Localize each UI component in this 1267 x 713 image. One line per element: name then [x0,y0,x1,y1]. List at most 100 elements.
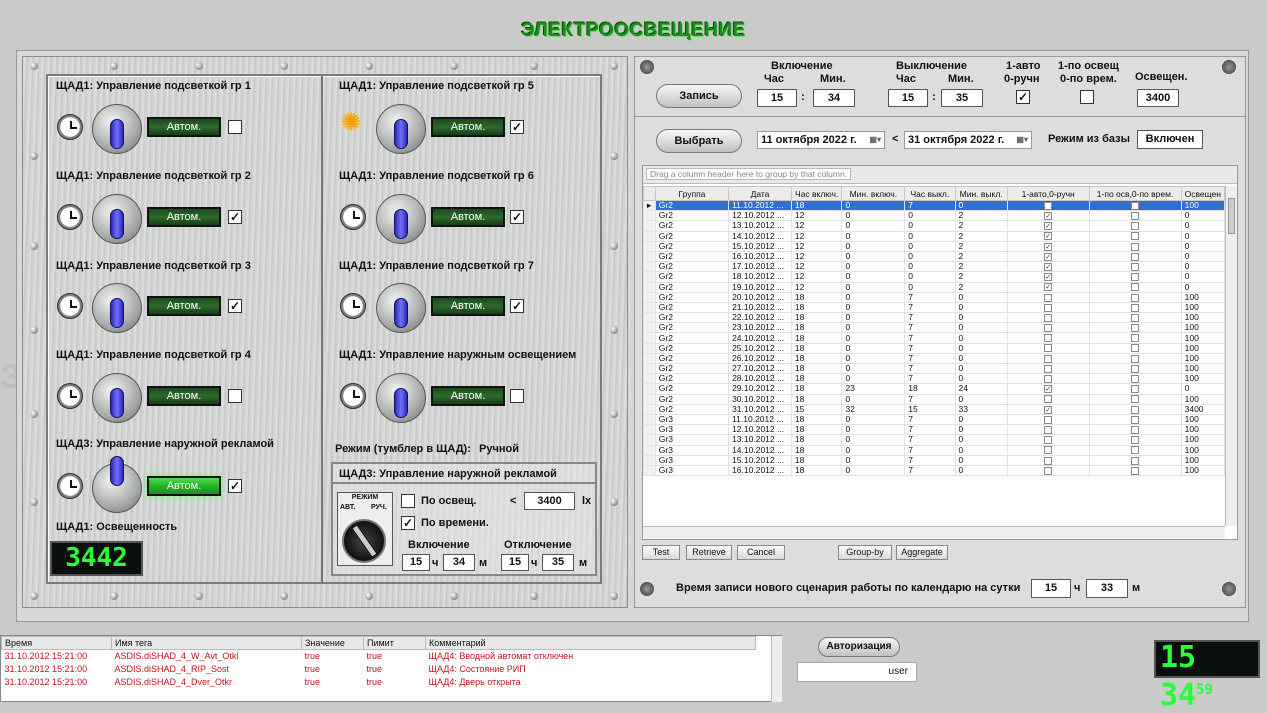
table-cell-checkbox[interactable] [1088,413,1182,426]
illum-input[interactable]: 3400 [1137,89,1179,107]
table-cell[interactable]: 0 [954,413,1008,426]
cell-checkbox[interactable]: ✓ [1044,252,1053,261]
table-cell[interactable]: 100 [1180,444,1225,456]
table-row[interactable]: Gr2 25.10.2012 ... 18 0 7 0 100 [643,342,1225,354]
table-cell-checkbox[interactable] [1088,352,1182,365]
table-cell[interactable]: 7 [904,393,956,405]
table-cell[interactable]: 12 [790,210,843,222]
table-cell[interactable]: 0 [841,271,906,283]
cell-checkbox[interactable] [1044,425,1053,434]
table-cell[interactable]: 18.10.2012 ... [728,271,792,283]
cell-checkbox[interactable] [1044,364,1053,373]
table-row[interactable]: Gr2 27.10.2012 ... 18 0 7 0 100 [643,362,1225,375]
table-cell[interactable]: Gr2 [654,393,730,405]
table-cell[interactable]: 11.10.2012 ... [728,199,792,212]
table-cell[interactable]: 7 [904,312,956,324]
table-cell[interactable]: Gr2 [654,403,730,415]
toggle-switch-group-5[interactable] [376,104,426,154]
table-cell[interactable]: 100 [1180,454,1225,466]
cell-checkbox[interactable] [1131,303,1140,312]
table-row[interactable]: Gr2 19.10.2012 ... 12 0 0 2 ✓ 0 [643,281,1225,293]
table-cell[interactable]: 12 [790,261,843,273]
auto-button-group-4[interactable]: Автом. [147,386,221,406]
table-cell[interactable]: 15.10.2012 ... [728,240,792,252]
table-cell[interactable]: 24.10.2012 ... [728,332,792,344]
table-cell-checkbox[interactable]: ✓ [1006,271,1090,283]
table-cell[interactable]: 18 [790,199,843,212]
table-cell-checkbox[interactable] [1088,271,1182,283]
cell-checkbox[interactable] [1044,293,1053,302]
table-cell[interactable]: 31.10.2012 ... [728,403,792,415]
table-cell[interactable]: 0 [841,322,906,334]
table-cell[interactable]: 18 [790,464,843,477]
record-hour-input[interactable]: 15 [1031,579,1071,598]
table-cell[interactable]: 100 [1180,199,1225,212]
table-cell[interactable]: 0 [954,291,1008,303]
off-min-input[interactable]: 35 [542,554,574,571]
cell-checkbox[interactable] [1044,324,1053,332]
cell-checkbox[interactable] [1131,283,1140,292]
table-cell[interactable]: 100 [1180,424,1225,436]
table-cell-checkbox[interactable] [1006,424,1090,436]
on-hour-input[interactable]: 15 [402,554,430,571]
schedule-grid[interactable]: Drag a column header here to group by th… [642,165,1238,540]
auto-button-group-5[interactable]: Автом. [431,117,505,137]
table-cell[interactable]: 12 [790,250,843,263]
log-column-header[interactable]: Время [1,636,112,650]
table-cell[interactable]: 2 [954,210,1008,222]
table-cell[interactable]: 0 [841,220,906,232]
table-cell[interactable]: 0 [841,424,906,436]
table-cell[interactable]: 19.10.2012 ... [728,281,792,293]
table-cell[interactable]: 7 [904,424,956,436]
table-cell[interactable]: 0 [841,301,906,314]
table-cell[interactable]: 14.10.2012 ... [728,230,792,242]
group-2-checkbox[interactable]: ✓ [228,210,242,224]
table-cell-checkbox[interactable] [1006,199,1090,212]
table-cell[interactable]: 0 [954,352,1008,365]
table-row[interactable]: Gr2 20.10.2012 ... 18 0 7 0 100 [643,291,1225,303]
table-row[interactable]: Gr2 30.10.2012 ... 18 0 7 0 100 [643,393,1225,405]
table-row[interactable]: Gr2 13.10.2012 ... 12 0 0 2 ✓ 0 [643,220,1225,232]
table-cell[interactable]: 0 [954,322,1008,334]
cell-checkbox[interactable] [1044,395,1053,404]
on-hour-input[interactable]: 15 [757,89,797,107]
grid-column-header[interactable]: Мин. включ. [841,186,906,201]
table-cell[interactable]: 7 [904,291,956,303]
cell-checkbox[interactable] [1044,201,1053,210]
cell-checkbox[interactable]: ✓ [1044,232,1053,241]
table-cell-checkbox[interactable] [1088,464,1182,477]
table-row[interactable]: Gr3 11.10.2012 ... 18 0 7 0 100 [643,413,1225,426]
table-cell[interactable]: 0 [954,373,1008,385]
table-cell[interactable]: Gr3 [654,464,730,477]
auto-button-ads[interactable]: Автом. [147,476,221,496]
table-cell-checkbox[interactable] [1088,444,1182,456]
table-cell[interactable]: 0 [1180,230,1225,242]
group-4-checkbox[interactable] [228,389,242,403]
cell-checkbox[interactable] [1131,262,1140,271]
cell-checkbox[interactable] [1044,334,1053,343]
cell-checkbox[interactable]: ✓ [1044,262,1053,271]
table-cell-checkbox[interactable] [1088,240,1182,252]
table-cell[interactable]: 0 [841,261,906,273]
cell-checkbox[interactable]: ✓ [1044,222,1053,231]
cell-checkbox[interactable] [1131,466,1140,475]
off-hour-input[interactable]: 15 [501,554,529,571]
table-cell[interactable]: 0 [954,301,1008,314]
toggle-switch-outdoor[interactable] [376,373,426,423]
table-cell-checkbox[interactable] [1006,362,1090,375]
cell-checkbox[interactable] [1044,344,1053,353]
table-cell[interactable]: 100 [1180,373,1225,385]
cell-checkbox[interactable] [1131,201,1140,210]
cell-checkbox[interactable] [1131,222,1140,231]
group-7-checkbox[interactable]: ✓ [510,299,524,313]
table-cell[interactable]: 0 [841,312,906,324]
table-row[interactable]: Gr3 14.10.2012 ... 18 0 7 0 100 [643,444,1225,456]
table-cell[interactable]: 23 [841,383,906,395]
table-cell[interactable]: 7 [904,464,956,477]
table-cell[interactable]: 0 [904,240,956,252]
cell-checkbox[interactable] [1044,456,1053,465]
table-cell[interactable]: 32 [841,403,906,415]
table-cell[interactable]: Gr2 [654,271,730,283]
by-light-checkbox[interactable] [401,494,415,508]
table-row[interactable]: Gr2 23.10.2012 ... 18 0 7 0 100 [643,322,1225,334]
